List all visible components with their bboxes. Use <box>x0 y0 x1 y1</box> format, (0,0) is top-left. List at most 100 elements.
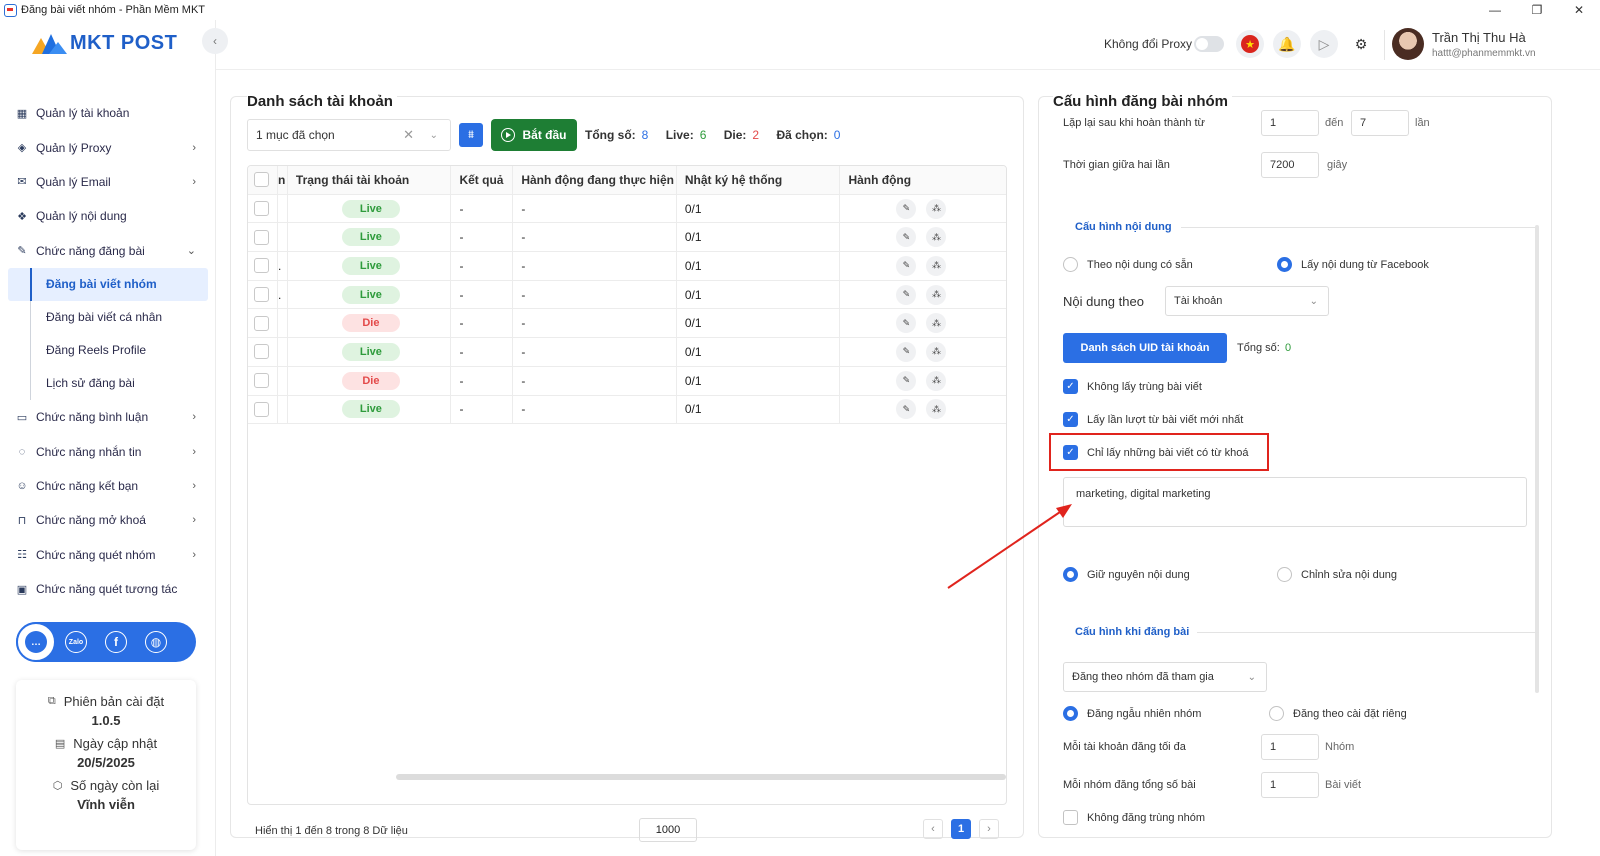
proxy-toggle[interactable] <box>1194 36 1224 52</box>
sidebar-item[interactable]: ▭ Chức năng bình luận › <box>8 400 208 434</box>
avatar[interactable] <box>1392 28 1424 60</box>
table-row[interactable]: Live - -0/1 ✎ ⁂ <box>248 194 1006 224</box>
facebook-content-radio[interactable] <box>1277 257 1292 272</box>
sidebar-subitem[interactable]: Lịch sử đăng bài <box>8 366 208 400</box>
close-button[interactable]: ✕ <box>1558 0 1600 20</box>
sidebar-item[interactable]: ⊓ Chức năng mở khoá › <box>8 503 208 537</box>
latest-post-checkbox[interactable]: ✓ <box>1063 412 1078 427</box>
table-row[interactable]: Live - -0/1 ✎ ⁂ <box>248 395 1006 425</box>
row-checkbox[interactable] <box>254 229 269 245</box>
account-select[interactable]: 1 mục đã chọn ✕ ⌄ <box>247 119 451 151</box>
content-by-select[interactable]: Tài khoản ⌄ <box>1165 286 1329 316</box>
page-size-input[interactable]: 1000 <box>639 818 697 842</box>
no-duplicate-post-checkbox[interactable]: ✓ <box>1063 379 1078 394</box>
selected-label: Đã chọn: <box>776 128 828 142</box>
row-checkbox[interactable] <box>254 373 269 389</box>
globe-button[interactable]: ◍ <box>136 622 176 662</box>
edit-icon[interactable]: ✎ <box>896 313 917 334</box>
sidebar-item[interactable]: ✎ Chức năng đăng bài ⌄ <box>8 234 208 268</box>
keep-content-radio[interactable] <box>1063 567 1078 582</box>
filter-button[interactable]: ⩩ <box>459 123 483 147</box>
edit-icon[interactable]: ✎ <box>896 370 917 391</box>
clear-icon[interactable]: ✕ <box>403 127 414 143</box>
sidebar-item[interactable]: ◈ Quản lý Proxy › <box>8 130 208 164</box>
group-icon[interactable]: ⁂ <box>926 370 947 391</box>
edit-icon[interactable]: ✎ <box>896 399 917 420</box>
table-row[interactable]: Die - -0/1 ✎ ⁂ <box>248 309 1006 339</box>
existing-content-radio[interactable] <box>1063 257 1078 272</box>
column-header[interactable]: Hành động đang thực hiện <box>513 166 677 194</box>
column-header[interactable]: Nhật ký hệ thống <box>677 166 841 194</box>
edit-icon[interactable]: ✎ <box>896 227 917 248</box>
post-mode-select[interactable]: Đăng theo nhóm đã tham gia ⌄ <box>1063 662 1267 692</box>
keywords-textarea[interactable]: marketing, digital marketing <box>1063 477 1527 527</box>
no-duplicate-group-checkbox[interactable] <box>1063 810 1078 825</box>
table-row[interactable]: Die - -0/1 ✎ ⁂ <box>248 366 1006 396</box>
group-icon[interactable]: ⁂ <box>926 227 947 248</box>
sidebar-subitem[interactable]: Đăng bài viết cá nhân <box>8 300 208 334</box>
language-button[interactable]: ★ <box>1236 30 1264 58</box>
edit-icon[interactable]: ✎ <box>896 255 917 276</box>
table-row[interactable]: . Live - -0/1 ✎ ⁂ <box>248 280 1006 310</box>
bell-icon[interactable]: 🔔 <box>1273 30 1301 58</box>
group-icon[interactable]: ⁂ <box>926 284 947 305</box>
start-button[interactable]: Bắt đầu <box>491 119 577 151</box>
zalo-button[interactable]: Zalo <box>56 622 96 662</box>
posts-per-group-input[interactable]: 1 <box>1261 772 1319 798</box>
row-checkbox[interactable] <box>254 258 269 274</box>
collapse-sidebar-button[interactable]: ‹ <box>202 28 228 54</box>
select-all-checkbox[interactable] <box>254 172 269 188</box>
custom-setting-label: Đăng theo cài đặt riêng <box>1293 708 1407 720</box>
sidebar-item[interactable]: ◌ Chức năng nhắn tin › <box>8 434 208 468</box>
group-icon[interactable]: ⁂ <box>926 399 947 420</box>
minimize-button[interactable]: — <box>1474 0 1516 20</box>
prev-page-button[interactable]: ‹ <box>923 819 943 839</box>
group-icon[interactable]: ⁂ <box>926 341 947 362</box>
row-checkbox[interactable] <box>254 344 269 360</box>
repeat-to-input[interactable]: 7 <box>1351 110 1409 136</box>
latest-post-label: Lấy lần lượt từ bài viết mới nhất <box>1087 414 1244 426</box>
restore-button[interactable]: ❐ <box>1516 0 1558 20</box>
table-row[interactable]: . Live - -0/1 ✎ ⁂ <box>248 252 1006 281</box>
edit-content-radio[interactable] <box>1277 567 1292 582</box>
interval-input[interactable]: 7200 <box>1261 152 1319 178</box>
row-checkbox[interactable] <box>254 201 269 217</box>
sidebar-item[interactable]: ▣ Chức năng quét tương tác <box>8 572 208 606</box>
sidebar-item[interactable]: ❖ Quản lý nội dung <box>8 199 208 233</box>
max-groups-input[interactable]: 1 <box>1261 734 1319 760</box>
row-checkbox[interactable] <box>254 315 269 331</box>
sidebar-item[interactable]: ☷ Chức năng quét nhóm › <box>8 538 208 572</box>
facebook-button[interactable]: f <box>96 622 136 662</box>
keyword-filter-checkbox[interactable]: ✓ <box>1063 445 1078 460</box>
play-icon[interactable]: ▷ <box>1310 30 1338 58</box>
row-checkbox[interactable] <box>254 287 269 303</box>
column-header[interactable]: Kết quả <box>451 166 514 194</box>
column-header[interactable]: Trạng thái tài khoản <box>288 166 452 194</box>
custom-setting-radio[interactable] <box>1269 706 1284 721</box>
sidebar-item[interactable]: ▦ Quản lý tài khoản <box>8 96 208 130</box>
next-page-button[interactable]: › <box>979 819 999 839</box>
group-icon[interactable]: ⁂ <box>926 313 947 334</box>
sidebar-subitem[interactable]: Đăng Reels Profile <box>8 333 208 367</box>
page-1-button[interactable]: 1 <box>951 819 971 839</box>
row-checkbox[interactable] <box>254 401 269 417</box>
table-row[interactable]: Live - -0/1 ✎ ⁂ <box>248 223 1006 253</box>
edit-icon[interactable]: ✎ <box>896 198 917 219</box>
gear-icon[interactable]: ⚙ <box>1347 30 1375 58</box>
edit-icon[interactable]: ✎ <box>896 284 917 305</box>
support-button[interactable]: … <box>16 622 56 662</box>
uid-list-button[interactable]: Danh sách UID tài khoản <box>1063 333 1227 363</box>
group-icon[interactable]: ⁂ <box>926 255 947 276</box>
chevron-down-icon: ⌄ <box>1309 295 1318 307</box>
group-icon[interactable]: ⁂ <box>926 198 947 219</box>
sidebar-item[interactable]: ✉ Quản lý Email › <box>8 165 208 199</box>
random-group-radio[interactable] <box>1063 706 1078 721</box>
sidebar-subitem[interactable]: Đăng bài viết nhóm <box>8 267 208 301</box>
sidebar-item-label: Chức năng đăng bài <box>36 243 145 258</box>
vertical-scrollbar[interactable] <box>1535 225 1539 693</box>
table-row[interactable]: Live - -0/1 ✎ ⁂ <box>248 338 1006 367</box>
sidebar-item[interactable]: ☺ Chức năng kết bạn › <box>8 469 208 503</box>
repeat-from-input[interactable]: 1 <box>1261 110 1319 136</box>
edit-icon[interactable]: ✎ <box>896 341 917 362</box>
horizontal-scrollbar[interactable] <box>396 774 1006 780</box>
